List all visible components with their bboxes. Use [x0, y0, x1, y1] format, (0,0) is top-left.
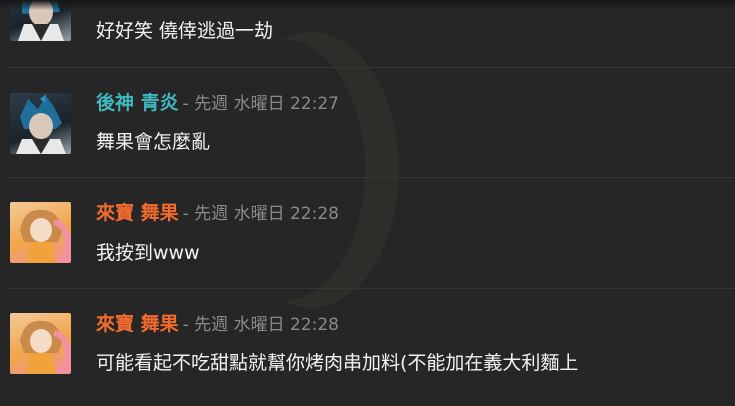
timestamp: - 先週 水曜日 22:28: [182, 315, 339, 335]
blue-hair-avatar-icon[interactable]: [10, 93, 71, 154]
message-text: 我按到www: [96, 242, 200, 264]
timestamp: - 先週 水曜日 22:28: [182, 204, 339, 224]
timestamp: - 先週 水曜日 22:27: [182, 94, 339, 114]
message-text: 可能看起不吃甜點就幫你烤肉串加料(不能加在義大利麵上: [96, 352, 579, 374]
orange-hair-avatar-icon[interactable]: [10, 202, 71, 263]
chat-message: 來寶 舞果 - 先週 水曜日 22:28 我按到www: [8, 177, 735, 288]
author-name[interactable]: 後神 青炎: [96, 92, 179, 114]
message-header: 來寶 舞果 - 先週 水曜日 22:28: [96, 198, 339, 225]
chat-message: 來寶 舞果 - 先週 水曜日 22:28 可能看起不吃甜點就幫你烤肉串加料(不能加…: [8, 288, 735, 406]
message-header: 後神 青炎 - 先週 水曜日 22:27: [96, 88, 339, 115]
orange-hair-avatar-icon[interactable]: [10, 313, 71, 374]
message-header: 來寶 舞果 - 先週 水曜日 22:28: [96, 309, 339, 336]
message-text: 舞果會怎麼亂: [96, 131, 211, 153]
chat-message: 後神 青炎 - 先週 水曜日 22:27 舞果會怎麼亂: [8, 67, 735, 177]
message-text: 好好笑 僥倖逃過一劫: [96, 20, 274, 42]
author-name[interactable]: 來寶 舞果: [96, 313, 179, 335]
author-name[interactable]: 來寶 舞果: [96, 202, 179, 224]
top-shadow: [0, 0, 735, 10]
